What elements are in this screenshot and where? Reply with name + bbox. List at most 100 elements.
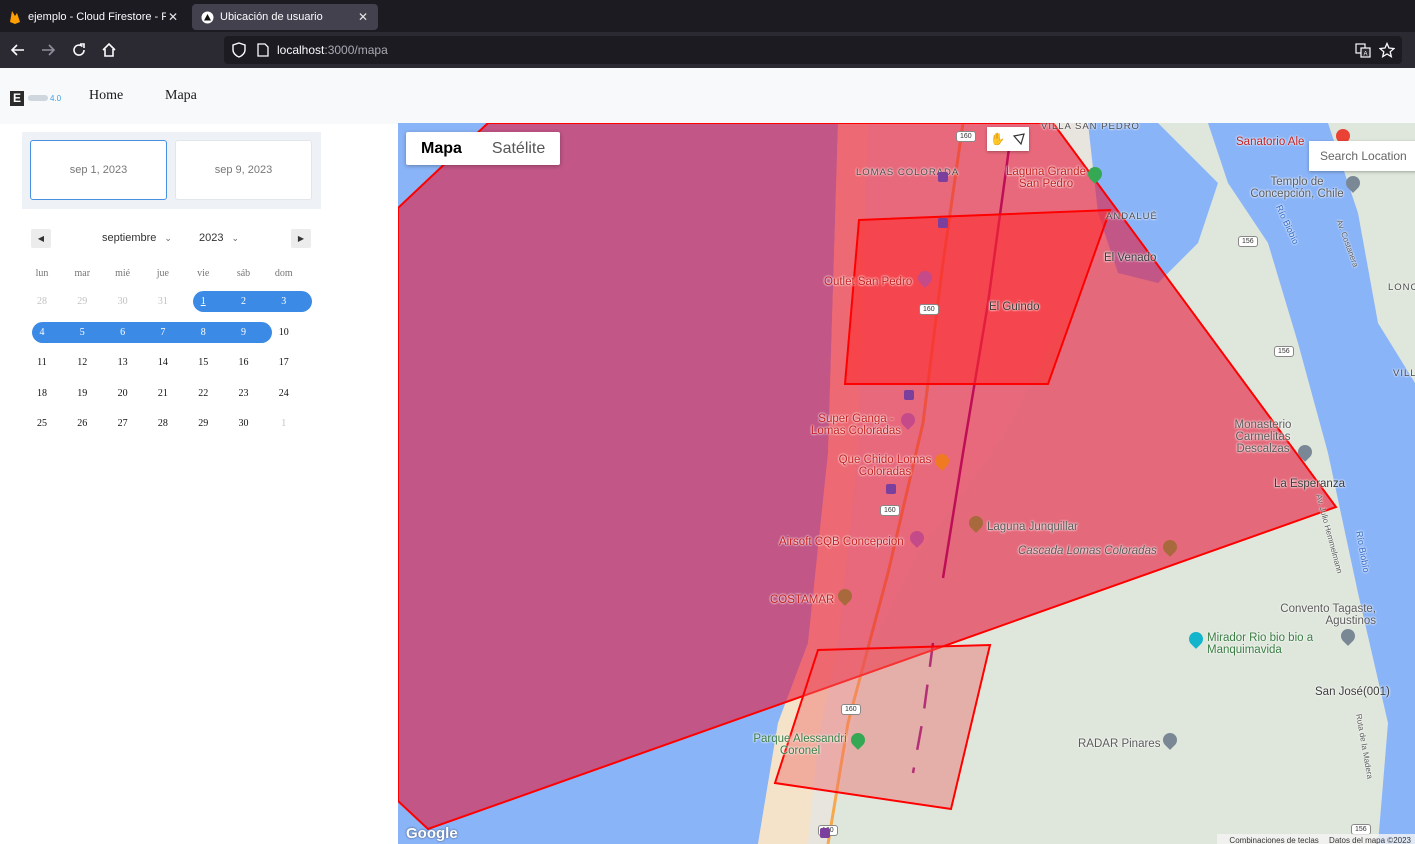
calendar-day[interactable]: 14 (143, 352, 183, 373)
calendar-day[interactable]: 17 (264, 352, 304, 373)
calendar-header: ◀ septiembre ⌄ 2023 ⌄ ▶ (22, 226, 321, 252)
close-tab-icon[interactable]: ✕ (166, 10, 180, 24)
drawing-toolbar: ✋ (987, 127, 1029, 151)
calendar-day[interactable]: 28 (143, 413, 183, 434)
bus-stop-icon[interactable] (938, 172, 948, 182)
calendar-day[interactable]: 5 (62, 322, 102, 343)
star-icon[interactable] (1378, 41, 1396, 63)
calendar-day[interactable]: 21 (143, 383, 183, 404)
calendar-day[interactable]: 9 (224, 322, 264, 343)
road-shield: 160 (880, 505, 900, 516)
shield-icon[interactable] (232, 42, 246, 63)
map-label-airsoft: Airsoft CQB Concepcion (779, 536, 904, 548)
chevron-down-icon: ⌄ (231, 233, 240, 243)
month-select[interactable]: septiembre ⌄ (102, 232, 172, 244)
browser-nav-bar: localhost:3000/mapa A (0, 32, 1415, 68)
map-label-convento: Convento Tagaste, Agustinos (1280, 603, 1376, 627)
reload-icon[interactable] (69, 40, 89, 60)
map-label-villa-san-pedro: VILLA SAN PEDRO (1041, 123, 1140, 132)
polygon-draw-icon[interactable] (1008, 127, 1029, 151)
road-shield: 160 (956, 131, 976, 142)
map-label-cascada: Cascada Lomas Coloradas (1018, 545, 1157, 557)
nav-home-link[interactable]: Home (89, 88, 123, 104)
calendar-day[interactable]: 20 (103, 383, 143, 404)
bus-stop-icon[interactable] (886, 484, 896, 494)
calendar-day[interactable]: 10 (264, 322, 304, 343)
map-label-mirador: Mirador Rio bio bio a Manquimavida (1207, 632, 1314, 656)
calendar-day[interactable]: 16 (224, 352, 264, 373)
translate-icon[interactable]: A (1355, 42, 1371, 63)
forward-icon[interactable] (38, 40, 58, 60)
bus-stop-icon[interactable] (820, 828, 830, 838)
calendar-day[interactable]: 4 (22, 322, 62, 343)
calendar-day[interactable]: 11 (22, 352, 62, 373)
calendar-day[interactable]: 1 (264, 413, 304, 434)
calendar-day[interactable]: 25 (22, 413, 62, 434)
map-data-link[interactable]: Datos del mapa ©2023 (1329, 836, 1411, 844)
map-label-san-jose: San José(001) (1315, 686, 1390, 698)
map-label-villa: VILL (1393, 368, 1415, 379)
prev-month-button[interactable]: ◀ (31, 229, 51, 248)
calendar: ◀ septiembre ⌄ 2023 ⌄ ▶ lun mar mié jue vie sáb… (22, 226, 321, 429)
map-type-map-button[interactable]: Mapa (406, 132, 477, 165)
calendar-day[interactable]: 23 (224, 383, 264, 404)
map-type-satellite-button[interactable]: Satélite (477, 132, 560, 165)
weekday-header: dom (274, 268, 293, 279)
calendar-day[interactable]: 3 (264, 291, 304, 312)
bus-stop-icon[interactable] (904, 390, 914, 400)
map-label-que-chido: Que Chido Lomas Coloradas (838, 454, 932, 478)
back-icon[interactable] (8, 40, 28, 60)
search-location-input[interactable]: Search Location (1309, 141, 1415, 171)
caret-left-icon: ◀ (37, 234, 45, 243)
page-icon[interactable] (257, 43, 269, 62)
calendar-day[interactable]: 29 (183, 413, 223, 434)
close-tab-icon[interactable]: ✕ (356, 10, 370, 24)
calendar-day[interactable]: 30 (224, 413, 264, 434)
hand-pan-icon[interactable]: ✋ (987, 127, 1008, 151)
keyboard-shortcuts-link[interactable]: Combinaciones de teclas (1229, 836, 1318, 844)
calendar-day[interactable]: 30 (103, 291, 143, 312)
home-icon[interactable] (99, 40, 119, 60)
url-bar[interactable]: localhost:3000/mapa A (224, 36, 1402, 64)
brand-version: 4.0 (50, 93, 62, 103)
calendar-day[interactable]: 7 (143, 322, 183, 343)
calendar-day[interactable]: 24 (264, 383, 304, 404)
tab-title: ejemplo - Cloud Firestore - Fire (28, 11, 166, 23)
calendar-day[interactable]: 15 (183, 352, 223, 373)
calendar-day[interactable]: 26 (62, 413, 102, 434)
next-month-button[interactable]: ▶ (291, 229, 311, 248)
nav-map-link[interactable]: Mapa (165, 88, 197, 104)
calendar-day[interactable]: 8 (183, 322, 223, 343)
road-shield: 160 (919, 304, 939, 315)
year-select[interactable]: 2023 ⌄ (199, 232, 239, 244)
tab-firestore[interactable]: ejemplo - Cloud Firestore - Fire ✕ (0, 4, 188, 30)
calendar-day[interactable]: 12 (62, 352, 102, 373)
start-date-field[interactable]: sep 1, 2023 (30, 140, 167, 200)
app-navbar: E 4.0 Home Mapa (0, 68, 1415, 124)
calendar-day[interactable]: 18 (22, 383, 62, 404)
map-canvas[interactable] (398, 123, 1415, 844)
calendar-day[interactable]: 13 (103, 352, 143, 373)
weekday-header: mar (74, 268, 91, 279)
calendar-day[interactable]: 1 (183, 291, 223, 312)
calendar-day[interactable]: 2 (224, 291, 264, 312)
calendar-day[interactable]: 6 (103, 322, 143, 343)
calendar-day[interactable]: 19 (62, 383, 102, 404)
calendar-day[interactable]: 28 (22, 291, 62, 312)
bus-stop-icon[interactable] (938, 218, 948, 228)
map-view[interactable]: VILLA SAN PEDRO Sanatorio Ale LOMAS COLO… (398, 123, 1415, 844)
map-label-andalue: ANDALUÉ (1106, 211, 1158, 222)
app-favicon-icon (200, 10, 214, 24)
road-shield: 156 (1274, 346, 1294, 357)
tab-user-location[interactable]: Ubicación de usuario ✕ (192, 4, 378, 30)
calendar-day[interactable]: 29 (62, 291, 102, 312)
calendar-day[interactable]: 22 (183, 383, 223, 404)
logo-e-icon: E (10, 90, 24, 106)
calendar-day[interactable]: 27 (103, 413, 143, 434)
calendar-day[interactable]: 31 (143, 291, 183, 312)
chevron-down-icon: ⌄ (164, 233, 172, 243)
brand-logo[interactable]: E 4.0 (10, 90, 61, 106)
end-date-field[interactable]: sep 9, 2023 (175, 140, 312, 200)
date-range-picker: sep 1, 2023 sep 9, 2023 (22, 132, 321, 209)
map-label-sanatorio: Sanatorio Ale (1236, 136, 1305, 148)
